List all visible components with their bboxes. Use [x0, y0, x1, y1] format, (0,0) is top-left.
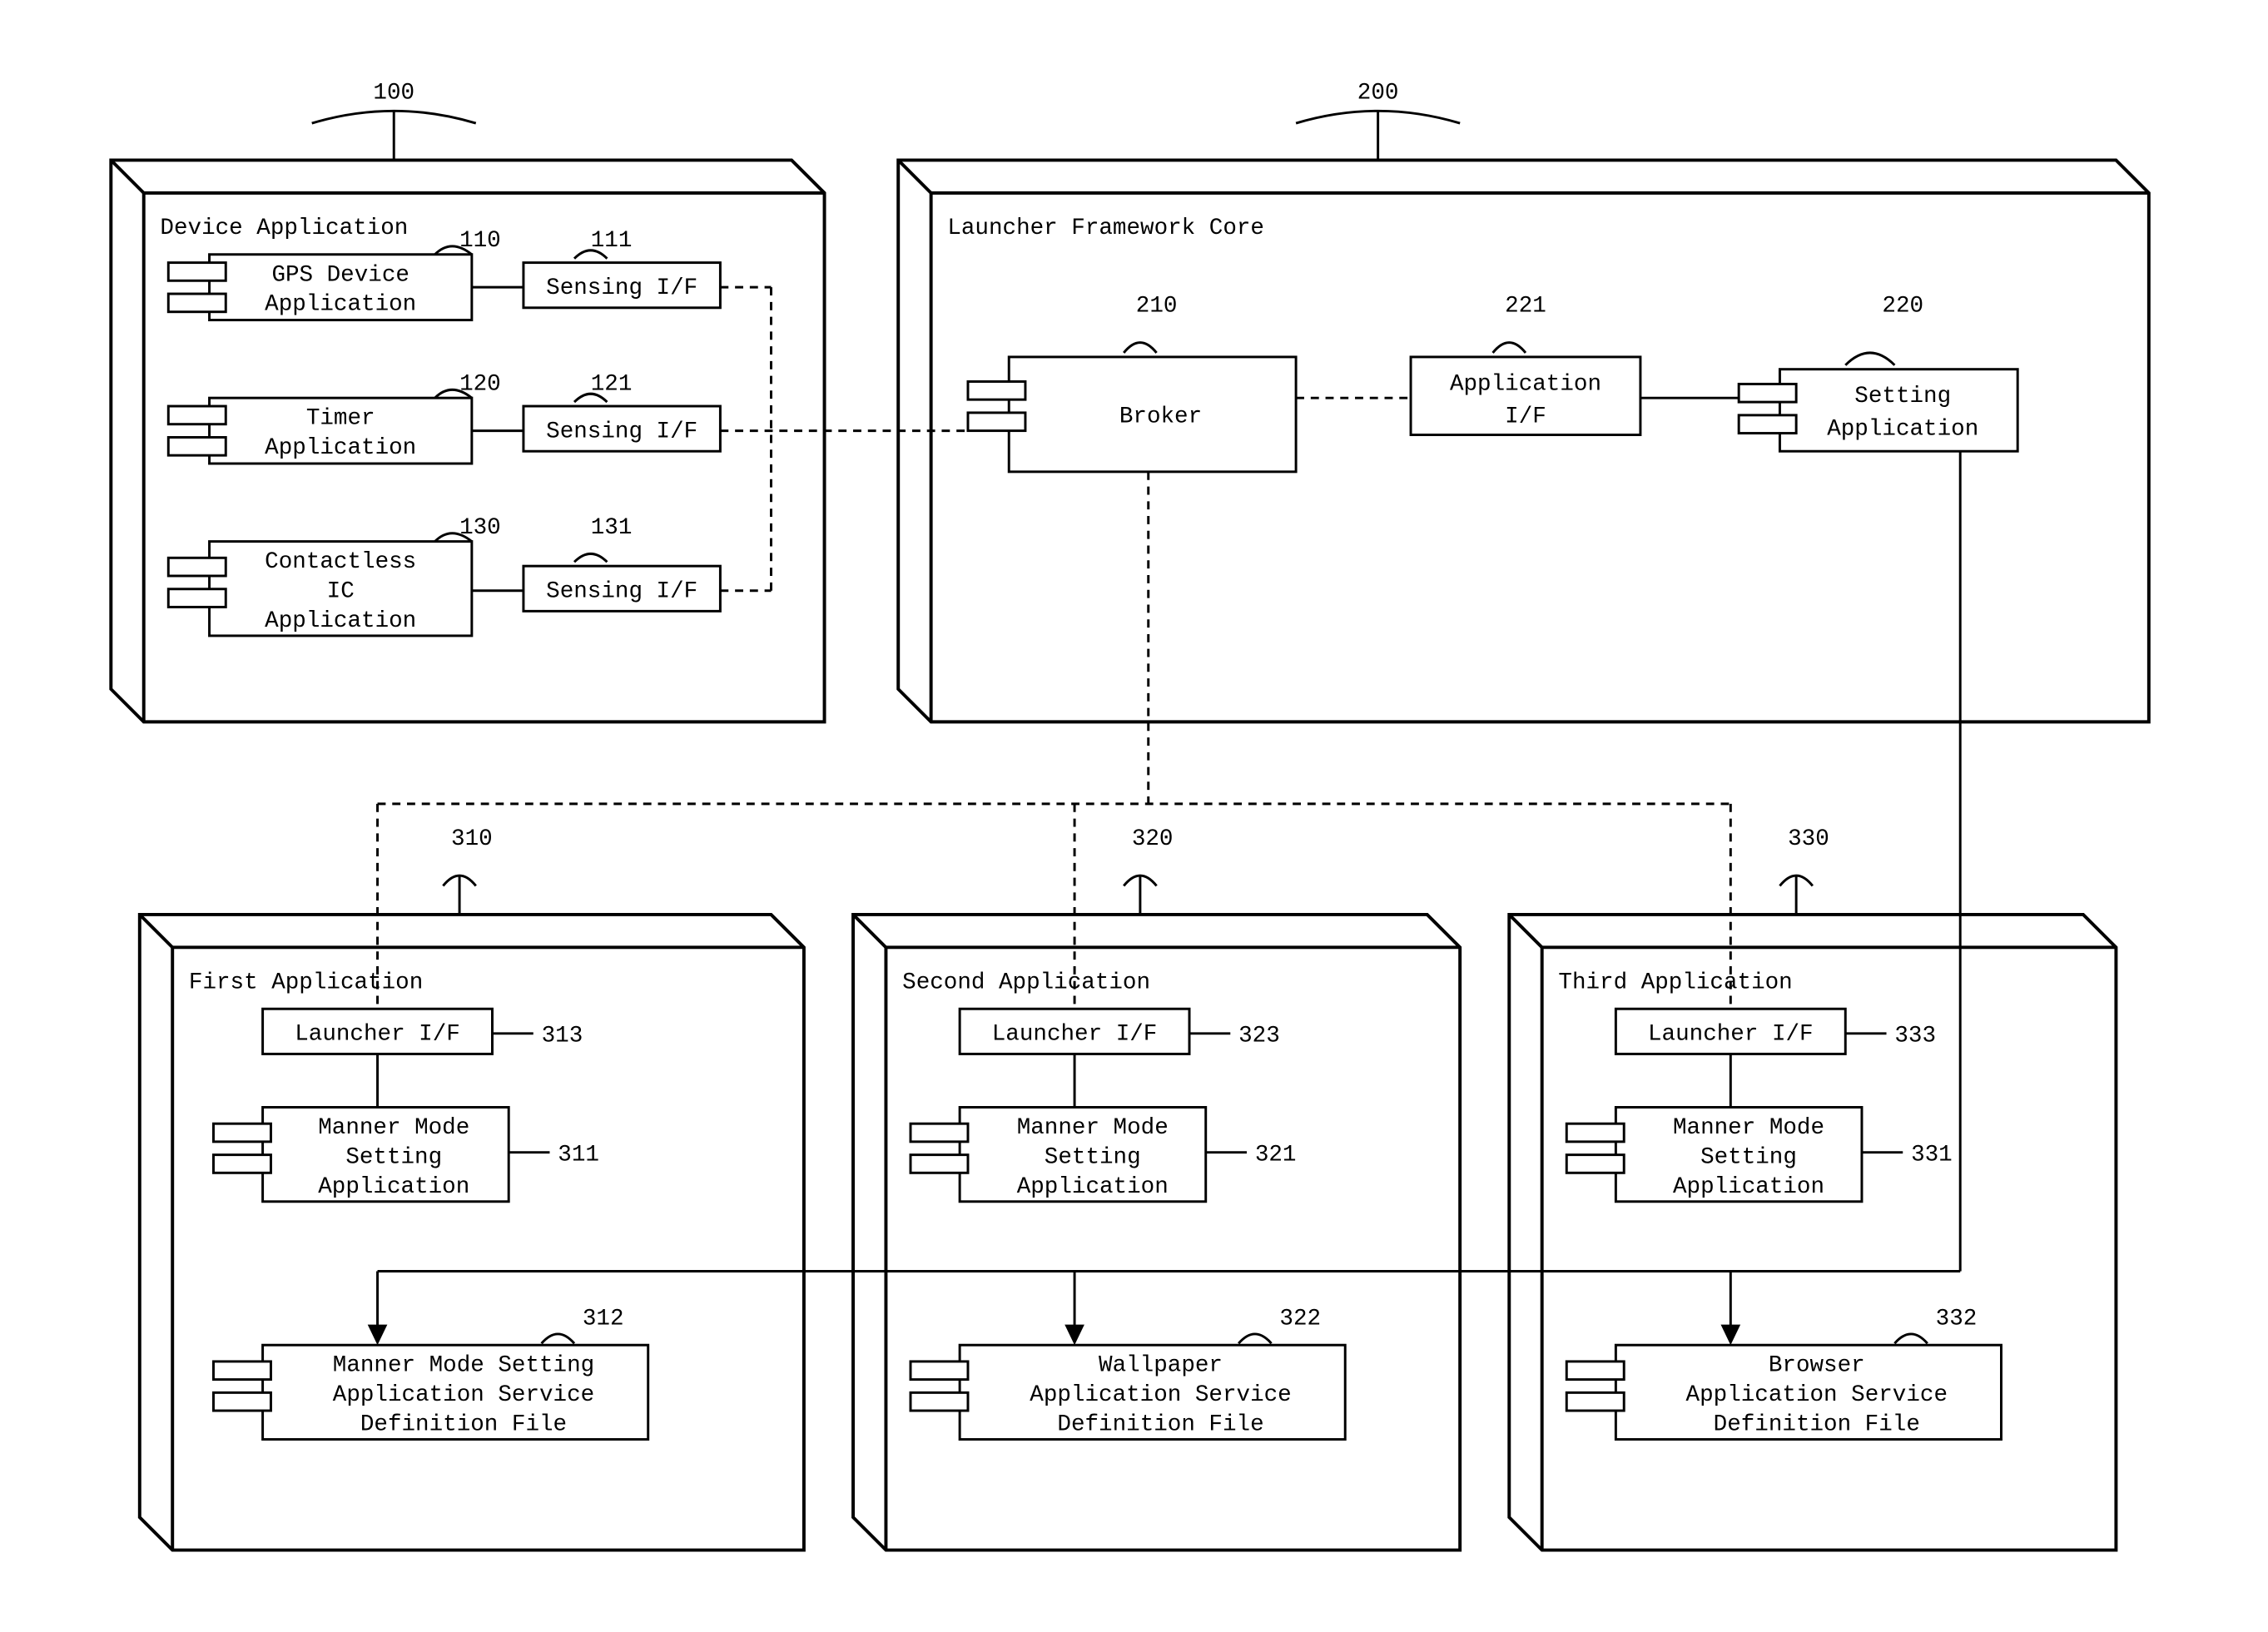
svg-text:Sensing I/F: Sensing I/F [546, 579, 697, 605]
timer-application: Timer Application 120 [168, 371, 500, 464]
svg-text:Application Service: Application Service [333, 1382, 594, 1408]
ref-333: 333 [1894, 1024, 1936, 1049]
device-application-block: Device Application 100 [111, 81, 824, 722]
svg-text:Application: Application [1673, 1174, 1824, 1200]
svg-text:Contactless: Contactless [265, 549, 416, 575]
svg-text:IC: IC [327, 579, 355, 605]
launcher-if-333: Launcher I/F 333 [1615, 1009, 1936, 1054]
definition-file-332: Browser Application Service Definition F… [1566, 1307, 2001, 1440]
ref-330: 330 [1788, 826, 1829, 852]
ref-100: 100 [373, 81, 414, 107]
ref-332: 332 [1936, 1307, 1978, 1332]
ref-320: 320 [1132, 826, 1174, 852]
svg-text:Application: Application [265, 435, 416, 461]
svg-text:Definition File: Definition File [1057, 1412, 1263, 1438]
svg-text:Setting: Setting [345, 1144, 442, 1170]
svg-text:Definition File: Definition File [360, 1412, 567, 1438]
sensing-if-111: Sensing I/F 111 [472, 228, 721, 308]
application-if: Application I/F 221 [1411, 294, 1640, 435]
svg-text:Definition File: Definition File [1714, 1412, 1920, 1438]
ref-220: 220 [1882, 294, 1923, 320]
svg-text:Launcher I/F: Launcher I/F [295, 1022, 460, 1048]
sensing-if-121: Sensing I/F 121 [472, 371, 721, 451]
svg-text:Sensing I/F: Sensing I/F [546, 275, 697, 301]
ref-323: 323 [1238, 1024, 1280, 1049]
launcher-if-313: Launcher I/F 313 [263, 1009, 583, 1054]
second-application-title: Second Application [902, 970, 1150, 996]
first-application-title: First Application [189, 970, 423, 996]
ref-121: 121 [591, 371, 633, 397]
svg-text:Wallpaper: Wallpaper [1099, 1353, 1223, 1379]
svg-text:Setting: Setting [1854, 384, 1951, 409]
svg-text:Application: Application [265, 292, 416, 318]
svg-text:I/F: I/F [1505, 404, 1546, 430]
ref-321: 321 [1255, 1143, 1297, 1168]
ref-311: 311 [558, 1143, 599, 1168]
broker-to-apps-links [378, 472, 1731, 1009]
manner-mode-311: Manner Mode Setting Application 311 [213, 1054, 598, 1201]
svg-text:Launcher I/F: Launcher I/F [1648, 1022, 1814, 1048]
definition-file-322: Wallpaper Application Service Definition… [911, 1307, 1345, 1440]
first-application-block: First Application 310 [140, 826, 804, 1550]
svg-text:GPS Device: GPS Device [271, 262, 409, 288]
svg-text:Application: Application [1450, 371, 1601, 397]
svg-text:Broker: Broker [1119, 404, 1202, 430]
svg-text:Manner Mode Setting: Manner Mode Setting [333, 1353, 594, 1379]
ref-312: 312 [583, 1307, 624, 1332]
svg-text:Application: Application [1017, 1174, 1169, 1200]
ref-313: 313 [542, 1024, 583, 1049]
ref-322: 322 [1279, 1307, 1321, 1332]
definition-file-312: Manner Mode Setting Application Service … [213, 1307, 648, 1440]
svg-text:Setting: Setting [1700, 1144, 1797, 1170]
ref-331: 331 [1911, 1143, 1953, 1168]
svg-text:Application Service: Application Service [1686, 1382, 1948, 1408]
ref-131: 131 [591, 515, 633, 541]
svg-text:Application Service: Application Service [1030, 1382, 1291, 1408]
ref-210: 210 [1136, 294, 1178, 320]
ref-111: 111 [591, 228, 633, 254]
svg-text:Launcher I/F: Launcher I/F [992, 1022, 1158, 1048]
setting-application: Setting Application 220 [1739, 294, 2017, 452]
svg-text:Sensing I/F: Sensing I/F [546, 419, 697, 444]
manner-mode-331: Manner Mode Setting Application 331 [1566, 1054, 1952, 1201]
svg-text:Timer: Timer [306, 406, 375, 432]
broker: Broker 210 [968, 294, 1296, 472]
launcher-if-323: Launcher I/F 323 [960, 1009, 1280, 1054]
sensing-if-131: Sensing I/F 131 [472, 515, 721, 612]
svg-text:Manner Mode: Manner Mode [318, 1115, 469, 1141]
launcher-core-title: Launcher Framework Core [947, 216, 1264, 241]
svg-text:Manner Mode: Manner Mode [1017, 1115, 1169, 1141]
ref-200: 200 [1357, 81, 1399, 107]
architecture-diagram: Device Application 100 GPS Device Applic… [17, 17, 2251, 1615]
svg-text:Application: Application [265, 608, 416, 634]
svg-text:Browser: Browser [1769, 1353, 1865, 1379]
device-application-title: Device Application [160, 216, 408, 241]
gps-device-application: GPS Device Application 110 [168, 228, 500, 320]
svg-text:Application: Application [318, 1174, 469, 1200]
svg-text:Application: Application [1827, 417, 1978, 443]
svg-text:Setting: Setting [1045, 1144, 1141, 1170]
contactless-ic-application: Contactless IC Application 130 [168, 515, 500, 636]
ref-221: 221 [1505, 294, 1546, 320]
manner-mode-321: Manner Mode Setting Application 321 [911, 1054, 1296, 1201]
ref-310: 310 [451, 826, 493, 852]
svg-text:Manner Mode: Manner Mode [1673, 1115, 1824, 1141]
third-application-title: Third Application [1558, 970, 1792, 996]
